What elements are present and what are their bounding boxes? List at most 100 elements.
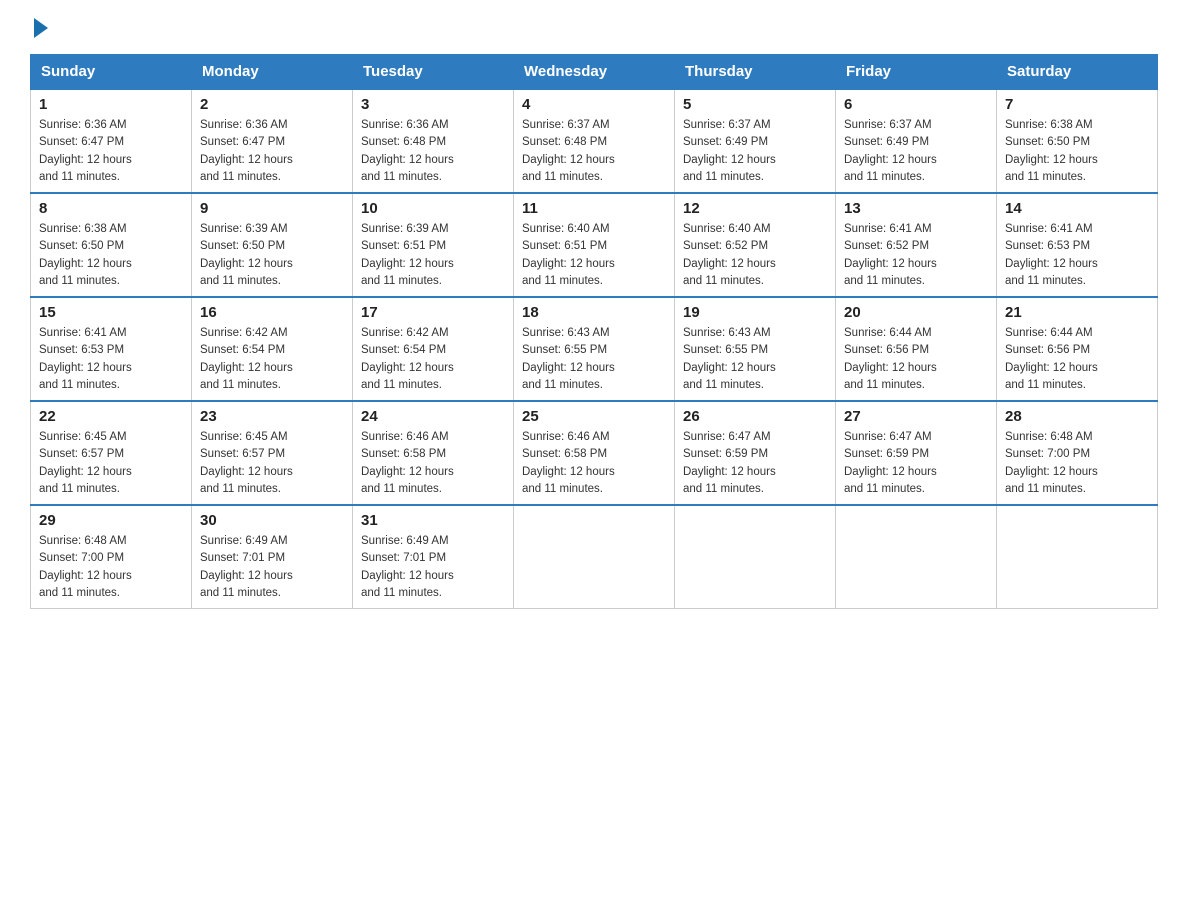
empty-cell: [836, 505, 997, 609]
calendar-day-cell: 19 Sunrise: 6:43 AMSunset: 6:55 PMDayligh…: [675, 297, 836, 401]
day-info: Sunrise: 6:44 AMSunset: 6:56 PMDaylight:…: [844, 325, 988, 394]
calendar-week-row: 8 Sunrise: 6:38 AMSunset: 6:50 PMDaylight…: [31, 193, 1158, 297]
day-info: Sunrise: 6:36 AMSunset: 6:48 PMDaylight:…: [361, 117, 505, 186]
day-number: 27: [844, 408, 988, 425]
page-header: [30, 20, 1158, 34]
day-info: Sunrise: 6:37 AMSunset: 6:49 PMDaylight:…: [844, 117, 988, 186]
weekday-header-thursday: Thursday: [675, 55, 836, 90]
calendar-day-cell: 10 Sunrise: 6:39 AMSunset: 6:51 PMDayligh…: [353, 193, 514, 297]
day-info: Sunrise: 6:41 AMSunset: 6:53 PMDaylight:…: [39, 325, 183, 394]
day-number: 17: [361, 304, 505, 321]
weekday-header-sunday: Sunday: [31, 55, 192, 90]
calendar-day-cell: 26Sunrise: 6:47 AMSunset: 6:59 PMDayligh…: [675, 401, 836, 505]
empty-cell: [997, 505, 1158, 609]
day-info: Sunrise: 6:47 AMSunset: 6:59 PMDaylight:…: [844, 429, 988, 498]
calendar-day-cell: 30 Sunrise: 6:49 AMSunset: 7:01 PMDayligh…: [192, 505, 353, 609]
calendar-day-cell: 24 Sunrise: 6:46 AMSunset: 6:58 PMDayligh…: [353, 401, 514, 505]
empty-cell: [514, 505, 675, 609]
calendar-table: SundayMondayTuesdayWednesdayThursdayFrid…: [30, 54, 1158, 609]
day-number: 8: [39, 200, 183, 217]
day-number: 30: [200, 512, 344, 529]
calendar-day-cell: 15 Sunrise: 6:41 AMSunset: 6:53 PMDayligh…: [31, 297, 192, 401]
day-number: 31: [361, 512, 505, 529]
calendar-day-cell: 25 Sunrise: 6:46 AMSunset: 6:58 PMDayligh…: [514, 401, 675, 505]
day-info: Sunrise: 6:38 AMSunset: 6:50 PMDaylight:…: [1005, 117, 1149, 186]
day-number: 12: [683, 200, 827, 217]
calendar-day-cell: 11 Sunrise: 6:40 AMSunset: 6:51 PMDayligh…: [514, 193, 675, 297]
day-info: Sunrise: 6:46 AMSunset: 6:58 PMDaylight:…: [522, 429, 666, 498]
logo-top: [30, 20, 48, 38]
day-number: 21: [1005, 304, 1149, 321]
calendar-day-cell: 13Sunrise: 6:41 AMSunset: 6:52 PMDayligh…: [836, 193, 997, 297]
calendar-day-cell: 7 Sunrise: 6:38 AMSunset: 6:50 PMDaylight…: [997, 89, 1158, 193]
calendar-day-cell: 23Sunrise: 6:45 AMSunset: 6:57 PMDayligh…: [192, 401, 353, 505]
day-number: 29: [39, 512, 183, 529]
day-info: Sunrise: 6:36 AMSunset: 6:47 PMDaylight:…: [200, 117, 344, 186]
calendar-day-cell: 5Sunrise: 6:37 AMSunset: 6:49 PMDaylight…: [675, 89, 836, 193]
calendar-week-row: 1 Sunrise: 6:36 AMSunset: 6:47 PMDaylight…: [31, 89, 1158, 193]
day-info: Sunrise: 6:39 AMSunset: 6:50 PMDaylight:…: [200, 221, 344, 290]
day-info: Sunrise: 6:40 AMSunset: 6:51 PMDaylight:…: [522, 221, 666, 290]
day-number: 6: [844, 96, 988, 113]
day-info: Sunrise: 6:39 AMSunset: 6:51 PMDaylight:…: [361, 221, 505, 290]
calendar-day-cell: 27 Sunrise: 6:47 AMSunset: 6:59 PMDayligh…: [836, 401, 997, 505]
day-number: 18: [522, 304, 666, 321]
day-number: 22: [39, 408, 183, 425]
calendar-day-cell: 6 Sunrise: 6:37 AMSunset: 6:49 PMDaylight…: [836, 89, 997, 193]
calendar-day-cell: 31 Sunrise: 6:49 AMSunset: 7:01 PMDayligh…: [353, 505, 514, 609]
day-number: 25: [522, 408, 666, 425]
day-info: Sunrise: 6:49 AMSunset: 7:01 PMDaylight:…: [361, 533, 505, 602]
day-number: 11: [522, 200, 666, 217]
calendar-day-cell: 17Sunrise: 6:42 AMSunset: 6:54 PMDayligh…: [353, 297, 514, 401]
day-info: Sunrise: 6:41 AMSunset: 6:53 PMDaylight:…: [1005, 221, 1149, 290]
calendar-day-cell: 4 Sunrise: 6:37 AMSunset: 6:48 PMDaylight…: [514, 89, 675, 193]
day-number: 4: [522, 96, 666, 113]
calendar-day-cell: 29 Sunrise: 6:48 AMSunset: 7:00 PMDayligh…: [31, 505, 192, 609]
day-number: 19: [683, 304, 827, 321]
calendar-week-row: 29 Sunrise: 6:48 AMSunset: 7:00 PMDayligh…: [31, 505, 1158, 609]
weekday-header-row: SundayMondayTuesdayWednesdayThursdayFrid…: [31, 55, 1158, 90]
calendar-day-cell: 21 Sunrise: 6:44 AMSunset: 6:56 PMDayligh…: [997, 297, 1158, 401]
weekday-header-saturday: Saturday: [997, 55, 1158, 90]
day-number: 9: [200, 200, 344, 217]
day-number: 2: [200, 96, 344, 113]
day-info: Sunrise: 6:40 AMSunset: 6:52 PMDaylight:…: [683, 221, 827, 290]
calendar-day-cell: 18 Sunrise: 6:43 AMSunset: 6:55 PMDayligh…: [514, 297, 675, 401]
day-number: 1: [39, 96, 183, 113]
day-number: 10: [361, 200, 505, 217]
calendar-week-row: 15 Sunrise: 6:41 AMSunset: 6:53 PMDayligh…: [31, 297, 1158, 401]
day-info: Sunrise: 6:36 AMSunset: 6:47 PMDaylight:…: [39, 117, 183, 186]
day-info: Sunrise: 6:48 AMSunset: 7:00 PMDaylight:…: [1005, 429, 1149, 498]
weekday-header-wednesday: Wednesday: [514, 55, 675, 90]
weekday-header-tuesday: Tuesday: [353, 55, 514, 90]
day-info: Sunrise: 6:48 AMSunset: 7:00 PMDaylight:…: [39, 533, 183, 602]
day-number: 24: [361, 408, 505, 425]
day-number: 3: [361, 96, 505, 113]
calendar-day-cell: 14 Sunrise: 6:41 AMSunset: 6:53 PMDayligh…: [997, 193, 1158, 297]
weekday-header-friday: Friday: [836, 55, 997, 90]
day-number: 16: [200, 304, 344, 321]
day-info: Sunrise: 6:42 AMSunset: 6:54 PMDaylight:…: [200, 325, 344, 394]
weekday-header-monday: Monday: [192, 55, 353, 90]
day-info: Sunrise: 6:49 AMSunset: 7:01 PMDaylight:…: [200, 533, 344, 602]
day-info: Sunrise: 6:44 AMSunset: 6:56 PMDaylight:…: [1005, 325, 1149, 394]
calendar-day-cell: 20Sunrise: 6:44 AMSunset: 6:56 PMDayligh…: [836, 297, 997, 401]
day-number: 7: [1005, 96, 1149, 113]
day-info: Sunrise: 6:46 AMSunset: 6:58 PMDaylight:…: [361, 429, 505, 498]
day-info: Sunrise: 6:37 AMSunset: 6:48 PMDaylight:…: [522, 117, 666, 186]
day-info: Sunrise: 6:43 AMSunset: 6:55 PMDaylight:…: [522, 325, 666, 394]
logo: [30, 20, 48, 34]
calendar-day-cell: 16 Sunrise: 6:42 AMSunset: 6:54 PMDayligh…: [192, 297, 353, 401]
day-number: 14: [1005, 200, 1149, 217]
calendar-day-cell: 12 Sunrise: 6:40 AMSunset: 6:52 PMDayligh…: [675, 193, 836, 297]
calendar-day-cell: 28Sunrise: 6:48 AMSunset: 7:00 PMDayligh…: [997, 401, 1158, 505]
calendar-day-cell: 2 Sunrise: 6:36 AMSunset: 6:47 PMDaylight…: [192, 89, 353, 193]
calendar-day-cell: 8 Sunrise: 6:38 AMSunset: 6:50 PMDaylight…: [31, 193, 192, 297]
day-number: 13: [844, 200, 988, 217]
day-number: 15: [39, 304, 183, 321]
day-number: 26: [683, 408, 827, 425]
day-info: Sunrise: 6:43 AMSunset: 6:55 PMDaylight:…: [683, 325, 827, 394]
empty-cell: [675, 505, 836, 609]
day-number: 23: [200, 408, 344, 425]
day-info: Sunrise: 6:38 AMSunset: 6:50 PMDaylight:…: [39, 221, 183, 290]
